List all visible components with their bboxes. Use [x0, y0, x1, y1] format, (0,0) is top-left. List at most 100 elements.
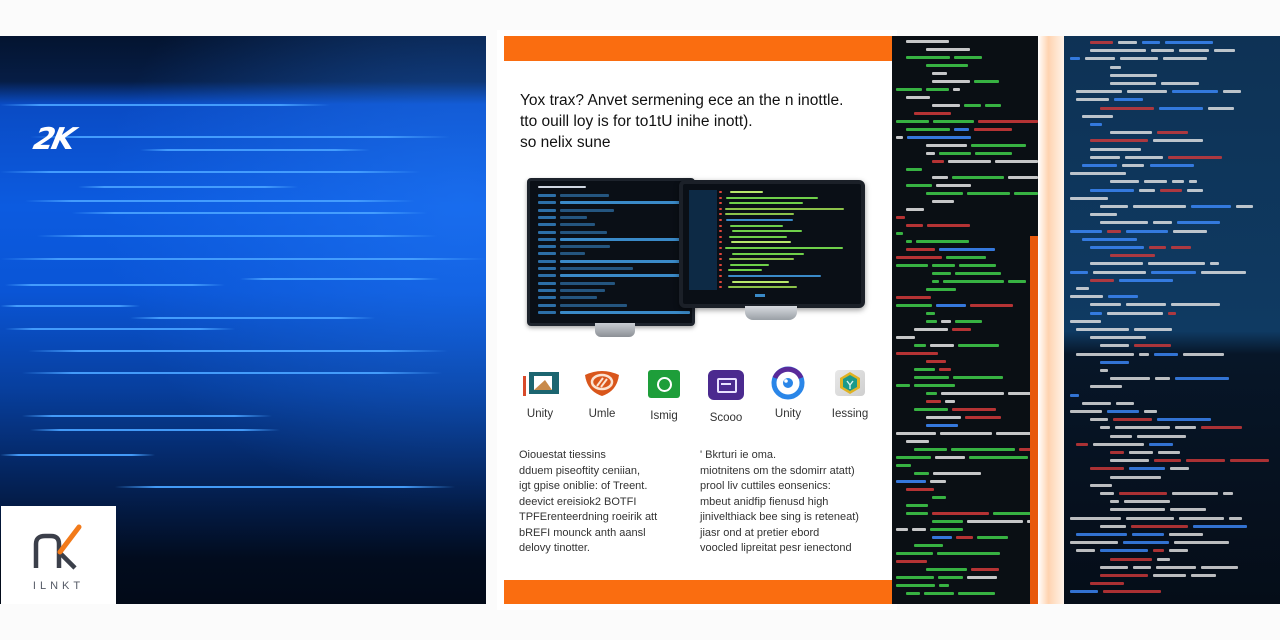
code-token [935, 304, 966, 307]
code-token [1125, 303, 1167, 307]
code-token [896, 120, 930, 123]
code-token [896, 216, 906, 219]
code-token [974, 152, 1012, 155]
accent-strip [1030, 236, 1038, 604]
code-token [906, 248, 935, 251]
code-token [938, 152, 971, 155]
tool-item[interactable]: Unity [510, 370, 570, 420]
description-line: bREFI mounck anth aansl [519, 526, 646, 539]
code-token [1100, 360, 1129, 364]
tool-item[interactable]: Ismig [634, 370, 694, 422]
code-token [1169, 508, 1206, 512]
code-token [938, 248, 996, 251]
code-token [1013, 192, 1038, 195]
code-token [896, 296, 932, 299]
code-token [1208, 106, 1235, 110]
screen-line [538, 274, 556, 278]
code-token [1168, 311, 1177, 315]
description-line: mbeut anidfip fienusd high [700, 495, 829, 508]
code-token [933, 120, 975, 123]
tool-item[interactable]: Iessing [820, 370, 880, 420]
code-token [1128, 467, 1166, 471]
code-token [941, 320, 951, 323]
screen-line [728, 286, 797, 289]
code-token [952, 408, 996, 411]
code-token [1162, 57, 1208, 61]
code-token [1122, 164, 1145, 167]
code-token [914, 328, 948, 331]
code-token [969, 456, 1029, 459]
code-token [1192, 524, 1248, 528]
code-token [896, 584, 935, 587]
code-token [1100, 492, 1114, 495]
code-token [940, 432, 992, 435]
code-token [1178, 49, 1209, 53]
code-token [1165, 41, 1214, 44]
code-token [923, 592, 955, 595]
screen-sidebar [689, 190, 717, 290]
orange-shield-icon [585, 370, 619, 396]
tool-item[interactable]: Scooo [696, 370, 756, 424]
code-token [914, 368, 935, 371]
code-token [896, 432, 937, 435]
code-token [994, 160, 1038, 163]
screen-line [729, 202, 803, 205]
code-token [930, 344, 954, 347]
code-token [1090, 49, 1146, 53]
screen-line [725, 207, 844, 210]
code-token [1082, 114, 1113, 118]
light-streak [0, 305, 140, 307]
code-token [906, 240, 913, 243]
code-token [958, 592, 995, 595]
code-token [914, 544, 944, 547]
code-token [1149, 164, 1194, 167]
tool-item[interactable]: Unity [758, 366, 818, 420]
code-token [1209, 262, 1220, 266]
code-token [1152, 549, 1164, 553]
monitor-left [527, 178, 695, 326]
screen-line [538, 237, 556, 241]
code-token [1110, 459, 1150, 463]
screen-line [538, 208, 556, 212]
screen-line [538, 230, 556, 234]
code-token [1149, 442, 1173, 446]
code-token [1152, 574, 1186, 577]
screen-line [538, 215, 556, 219]
code-token [914, 408, 949, 411]
screen-line [560, 201, 690, 205]
screen-line [538, 310, 556, 314]
code-token [896, 480, 927, 483]
code-token [926, 568, 968, 571]
code-token [926, 152, 935, 155]
code-token [1142, 41, 1161, 44]
code-token [1090, 155, 1121, 159]
tool-item[interactable]: Umle [572, 370, 632, 420]
code-token [1201, 565, 1238, 569]
code-token [1090, 336, 1146, 340]
code-token [1150, 49, 1174, 53]
code-token [936, 552, 1001, 555]
code-token [914, 472, 929, 475]
code-token [914, 448, 947, 451]
tool-label: Scooo [709, 412, 743, 424]
code-token [1132, 533, 1165, 536]
code-token [976, 536, 1008, 539]
code-token [1070, 541, 1118, 545]
code-token [1133, 565, 1151, 569]
code-token [984, 104, 1002, 107]
code-token [906, 440, 929, 443]
screen-line [731, 241, 792, 244]
code-token [1178, 516, 1225, 520]
code-token [1125, 155, 1163, 159]
code-token [1090, 303, 1121, 307]
code-token [932, 280, 940, 283]
description-line: ' Bkrturi ie oma. [700, 449, 777, 461]
code-token [906, 168, 922, 171]
screen-line [560, 281, 616, 285]
code-token [1155, 565, 1197, 569]
code-token [1201, 270, 1247, 274]
screen-line [732, 280, 790, 283]
code-token [1070, 393, 1080, 397]
code-token [1186, 459, 1226, 463]
screen-line [719, 269, 722, 272]
